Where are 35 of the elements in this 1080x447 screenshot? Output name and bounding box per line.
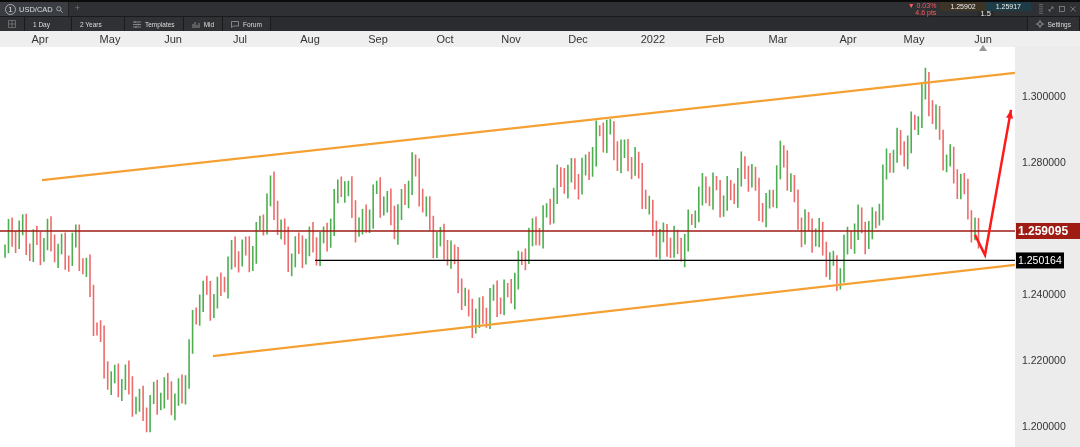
month-label: Jul	[232, 33, 248, 45]
month-label: Dec	[568, 33, 588, 45]
price-tick-label: 1.300000	[1022, 90, 1066, 102]
month-label: Jun	[974, 33, 992, 45]
month-label: Jun	[164, 33, 182, 45]
price-tick-label: 1.280000	[1022, 156, 1066, 168]
expand-icon[interactable]	[1048, 6, 1054, 12]
arrow-drawing[interactable]	[973, 109, 1013, 259]
maximize-icon[interactable]	[1059, 6, 1065, 12]
search-icon[interactable]	[55, 5, 63, 13]
price-tick-label: 1.240000	[1022, 288, 1066, 300]
marker-icon[interactable]	[979, 45, 987, 51]
month-label: Mar	[768, 33, 788, 45]
month-label: May	[99, 33, 121, 45]
speech-bubble-icon	[231, 20, 240, 28]
price-label: 1.250164	[1016, 252, 1064, 269]
bars-icon	[191, 20, 200, 28]
price-tick-label: 1.220000	[1022, 354, 1066, 366]
month-label: Aug	[300, 33, 320, 45]
month-label: Sep	[368, 33, 388, 45]
month-label: 2022	[640, 33, 666, 45]
month-label: Apr	[839, 33, 857, 45]
close-icon[interactable]	[1070, 6, 1076, 12]
month-label: Nov	[501, 33, 521, 45]
settings-icon	[1035, 20, 1044, 28]
trend-line[interactable]	[41, 71, 1016, 182]
month-label: Oct	[436, 33, 454, 45]
price-line[interactable]	[314, 259, 1016, 262]
month-label: Feb	[705, 33, 725, 45]
layout-icon[interactable]	[8, 20, 16, 28]
month-label: May	[903, 33, 925, 45]
grip-icon	[1039, 3, 1043, 15]
price-tick-label: 1.200000	[1022, 420, 1066, 432]
month-label: Apr	[31, 33, 49, 45]
sliders-icon	[133, 20, 141, 28]
